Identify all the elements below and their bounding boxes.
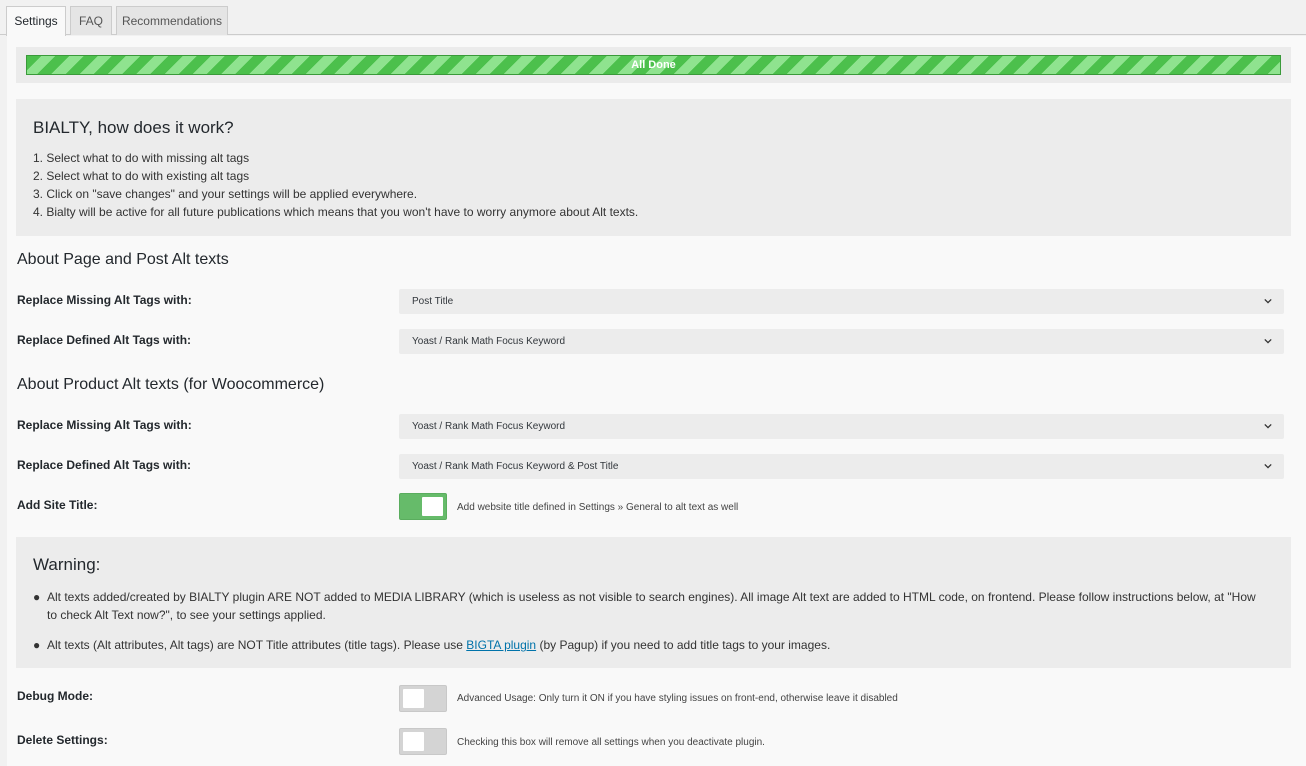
step-2: 2. Select what to do with existing alt t…	[33, 169, 250, 183]
debug-mode-label: Debug Mode:	[17, 689, 93, 703]
warning-title: Warning:	[33, 555, 101, 574]
step-3: 3. Click on "save changes" and your sett…	[33, 187, 418, 201]
tab-faq[interactable]: FAQ	[70, 6, 112, 35]
bullet-icon: ●	[33, 590, 41, 604]
product-missing-alt-label: Replace Missing Alt Tags with:	[17, 418, 192, 432]
bullet-icon: ●	[33, 638, 41, 652]
product-defined-alt-value: Yoast / Rank Math Focus Keyword & Post T…	[412, 461, 619, 472]
toggle-knob	[422, 497, 443, 516]
progress-label: All Done	[631, 59, 676, 71]
chevron-down-icon	[1264, 298, 1272, 304]
delete-settings-desc: Checking this box will remove all settin…	[457, 737, 765, 748]
chevron-down-icon	[1264, 338, 1272, 344]
tab-bar: Settings FAQ Recommendations	[0, 0, 1306, 36]
progress-container: All Done	[16, 47, 1291, 83]
tab-settings[interactable]: Settings	[6, 6, 66, 36]
add-site-title-desc: Add website title defined in Settings » …	[457, 502, 739, 513]
page-defined-alt-value: Yoast / Rank Math Focus Keyword	[412, 336, 566, 347]
bigta-plugin-link[interactable]: BIGTA plugin	[466, 638, 536, 652]
delete-settings-toggle[interactable]	[399, 728, 447, 755]
warning-item-2: ● Alt texts (Alt attributes, Alt tags) a…	[33, 638, 831, 652]
product-missing-alt-select[interactable]: Yoast / Rank Math Focus Keyword	[399, 414, 1284, 439]
debug-mode-toggle[interactable]	[399, 685, 447, 712]
toggle-knob	[403, 689, 424, 708]
add-site-title-label: Add Site Title:	[17, 498, 98, 512]
toggle-knob	[403, 732, 424, 751]
debug-mode-desc: Advanced Usage: Only turn it ON if you h…	[457, 693, 898, 704]
page-defined-alt-select[interactable]: Yoast / Rank Math Focus Keyword	[399, 329, 1284, 354]
page-post-section-title: About Page and Post Alt texts	[17, 251, 229, 268]
progress-bar: All Done	[26, 55, 1281, 75]
product-section-title: About Product Alt texts (for Woocommerce…	[17, 376, 325, 393]
warning-item-1: ● Alt texts added/created by BIALTY plug…	[33, 590, 1256, 622]
page-defined-alt-label: Replace Defined Alt Tags with:	[17, 333, 192, 347]
tab-recommendations[interactable]: Recommendations	[116, 6, 228, 35]
how-it-works-box: BIALTY, how does it work? 1. Select what…	[16, 99, 1291, 236]
delete-settings-label: Delete Settings:	[17, 733, 108, 747]
page-missing-alt-label: Replace Missing Alt Tags with:	[17, 293, 192, 307]
chevron-down-icon	[1264, 463, 1272, 469]
product-defined-alt-select[interactable]: Yoast / Rank Math Focus Keyword & Post T…	[399, 454, 1284, 479]
product-defined-alt-label: Replace Defined Alt Tags with:	[17, 458, 192, 472]
step-1: 1. Select what to do with missing alt ta…	[33, 151, 250, 165]
chevron-down-icon	[1264, 423, 1272, 429]
page-missing-alt-value: Post Title	[412, 296, 454, 307]
page-missing-alt-select[interactable]: Post Title	[399, 289, 1284, 314]
how-it-works-title: BIALTY, how does it work?	[33, 118, 234, 137]
product-missing-alt-value: Yoast / Rank Math Focus Keyword	[412, 421, 566, 432]
step-4: 4. Bialty will be active for all future …	[33, 205, 639, 219]
add-site-title-toggle[interactable]	[399, 493, 447, 520]
